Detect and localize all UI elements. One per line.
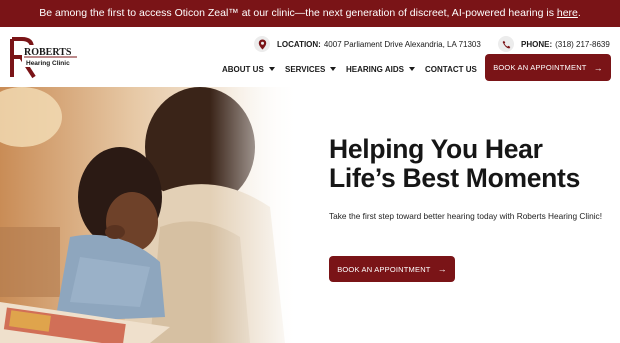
logo-brand-line1: ROBERTS [24, 47, 72, 58]
chevron-down-icon [408, 67, 415, 71]
hero-title-line2: Life’s Best Moments [329, 163, 581, 193]
book-appointment-hero-label: BOOK AN APPOINTMENT [337, 264, 431, 274]
chevron-down-icon [268, 67, 275, 71]
location-info: LOCATION: 4007 Parliament Drive Alexandr… [254, 34, 481, 54]
phone-label: PHONE: [521, 39, 553, 49]
announcement-bar: Be among the first to access Oticon Zeal… [0, 0, 620, 27]
nav-hearing-aids[interactable]: HEARING AIDS [346, 65, 415, 74]
arrow-right-icon: → [593, 62, 603, 73]
site-header: ROBERTS Hearing Clinic LOCATION: 4007 Pa… [0, 27, 620, 87]
phone-icon [498, 36, 514, 52]
hero-photo [0, 87, 300, 343]
phone-value[interactable]: (318) 217-8639 [555, 40, 610, 49]
nav-about-us[interactable]: ABOUT US [222, 65, 275, 74]
hero-title-line1: Helping You Hear [329, 134, 543, 164]
nav-about-us-label: ABOUT US [222, 64, 264, 74]
announcement-link[interactable]: here [557, 7, 578, 19]
nav-contact-us-label: CONTACT US [425, 64, 477, 74]
location-value[interactable]: 4007 Parliament Drive Alexandria, LA 713… [324, 40, 481, 49]
nav-services[interactable]: SERVICES [285, 64, 337, 74]
arrow-right-icon: → [437, 264, 447, 274]
nav-services-label: SERVICES [285, 64, 326, 74]
map-pin-icon [254, 36, 270, 52]
nav-contact-us[interactable]: CONTACT US [425, 65, 477, 74]
book-appointment-button-hero[interactable]: BOOK AN APPOINTMENT → [329, 256, 455, 282]
book-appointment-button-header[interactable]: BOOK AN APPOINTMENT → [485, 54, 611, 81]
logo-brand-line2: Hearing Clinic [26, 60, 70, 67]
phone-info: PHONE: (318) 217-8639 [498, 34, 610, 54]
location-label: LOCATION: [277, 39, 321, 49]
logo[interactable]: ROBERTS Hearing Clinic [8, 35, 80, 81]
announcement-text: Be among the first to access Oticon Zeal… [39, 7, 557, 19]
hero-heading: Helping You Hear Life’s Best Moments [329, 135, 609, 193]
nav-hearing-aids-label: HEARING AIDS [346, 64, 404, 74]
announcement-period: . [577, 7, 581, 19]
hero-subtitle: Take the first step toward better hearin… [329, 211, 603, 221]
chevron-down-icon [330, 67, 337, 71]
book-appointment-label: BOOK AN APPOINTMENT [493, 63, 587, 72]
